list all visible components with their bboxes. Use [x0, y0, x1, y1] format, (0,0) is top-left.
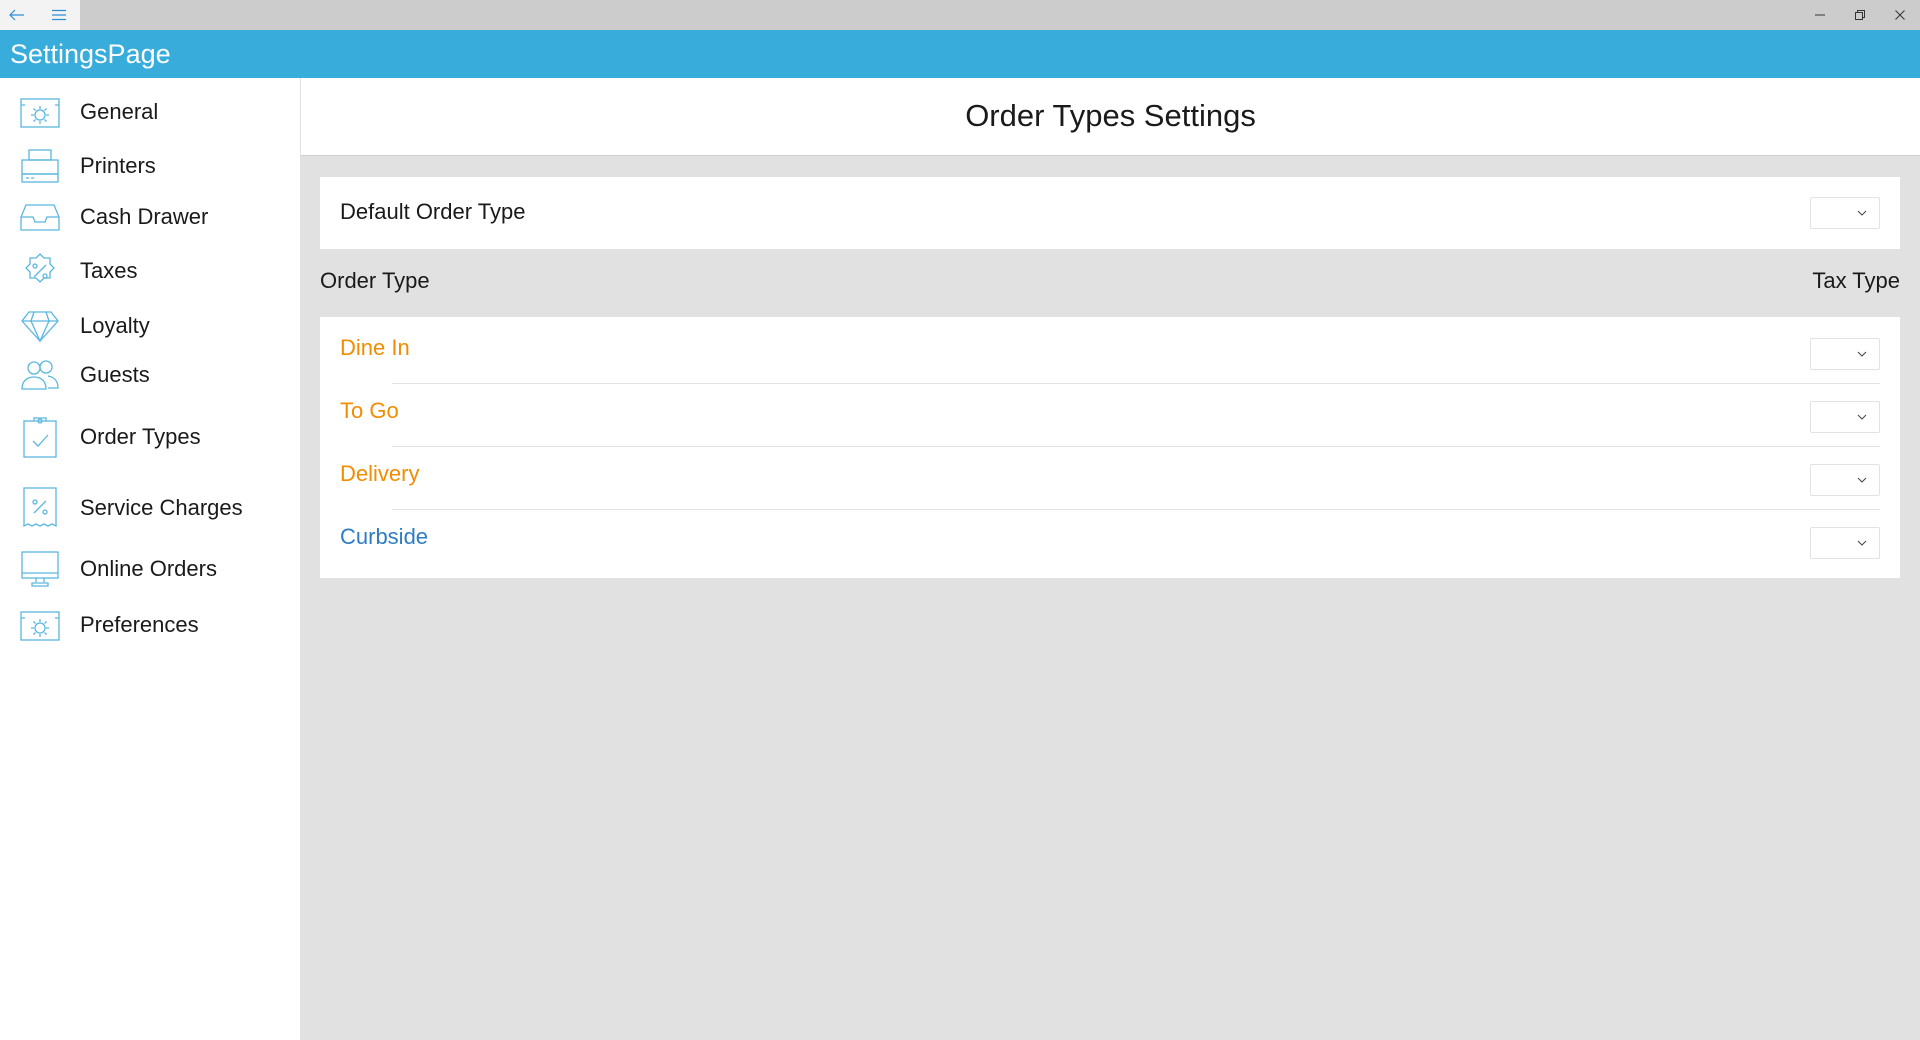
chevron-down-icon	[1857, 414, 1867, 420]
sidebar-item-label: Service Charges	[80, 495, 243, 520]
list-item: Delivery	[320, 443, 1900, 506]
sidebar-item-guests[interactable]: Guests	[0, 350, 300, 400]
sidebar-item-label: Loyalty	[80, 313, 150, 338]
sidebar-item-service-charges[interactable]: Service Charges	[0, 483, 300, 533]
app-title: SettingsPage	[10, 39, 171, 69]
default-order-type-card: Default Order Type	[320, 177, 1900, 249]
list-item: To Go	[320, 380, 1900, 443]
order-type-label[interactable]: Delivery	[340, 459, 419, 489]
tax-type-dropdown[interactable]	[1810, 401, 1880, 433]
sidebar-item-preferences[interactable]: Preferences	[0, 600, 300, 650]
app-header: SettingsPage	[0, 30, 1920, 78]
hamburger-icon	[52, 9, 66, 21]
printer-icon	[20, 146, 60, 186]
percent-badge-icon	[20, 251, 60, 291]
restore-icon	[1855, 10, 1865, 20]
close-icon	[1895, 10, 1905, 20]
sidebar-item-printers[interactable]: Printers	[0, 141, 300, 191]
list-item: Curbside	[320, 506, 1900, 569]
column-header-order-type: Order Type	[320, 268, 430, 293]
tax-type-dropdown[interactable]	[1810, 527, 1880, 559]
column-header-tax-type: Tax Type	[1812, 268, 1900, 293]
percent-receipt-icon	[20, 487, 60, 528]
page-title: Order Types Settings	[965, 98, 1256, 133]
sidebar-item-general[interactable]: General	[0, 87, 300, 137]
sidebar-item-order-types[interactable]: Order Types	[0, 412, 300, 462]
tax-type-dropdown[interactable]	[1810, 338, 1880, 370]
default-order-type-label: Default Order Type	[340, 199, 526, 224]
gear-panel-icon	[20, 605, 60, 645]
order-types-list: Dine In To Go Delivery Curbside	[320, 317, 1900, 578]
back-button[interactable]	[0, 0, 34, 30]
guests-icon	[20, 355, 60, 395]
minimize-button[interactable]	[1800, 0, 1840, 30]
sidebar-item-label: Preferences	[80, 612, 199, 637]
sidebar-item-label: Order Types	[80, 424, 201, 449]
cash-drawer-icon	[20, 197, 60, 237]
tax-type-dropdown[interactable]	[1810, 464, 1880, 496]
gear-panel-icon	[20, 92, 60, 132]
sidebar-item-label: Cash Drawer	[80, 204, 209, 229]
order-type-label[interactable]: To Go	[340, 396, 399, 426]
window-titlebar	[0, 0, 1920, 30]
settings-sidebar: General Printers Cash Drawer Taxes Loyal…	[0, 78, 300, 1040]
sidebar-item-online-orders[interactable]: Online Orders	[0, 544, 300, 594]
close-button[interactable]	[1880, 0, 1920, 30]
order-type-label[interactable]: Curbside	[340, 522, 428, 552]
order-type-label[interactable]: Dine In	[340, 333, 410, 363]
menu-button[interactable]	[42, 0, 76, 30]
sidebar-item-taxes[interactable]: Taxes	[0, 246, 300, 296]
sidebar-item-label: Guests	[80, 362, 150, 387]
sidebar-item-label: General	[80, 99, 159, 124]
sidebar-item-label: Online Orders	[80, 556, 217, 581]
arrow-left-icon	[9, 9, 24, 21]
sidebar-item-loyalty[interactable]: Loyalty	[0, 301, 300, 351]
sidebar-item-label: Taxes	[80, 258, 138, 283]
restore-button[interactable]	[1840, 0, 1880, 30]
diamond-icon	[20, 306, 60, 346]
sidebar-item-cash-drawer[interactable]: Cash Drawer	[0, 192, 300, 242]
default-order-type-dropdown[interactable]	[1810, 197, 1880, 229]
list-item: Dine In	[320, 317, 1900, 380]
chevron-down-icon	[1857, 210, 1867, 216]
monitor-icon	[20, 549, 60, 589]
clipboard-check-icon	[20, 417, 60, 458]
chevron-down-icon	[1857, 351, 1867, 357]
minimize-icon	[1815, 14, 1825, 16]
sidebar-item-label: Printers	[80, 153, 156, 178]
chevron-down-icon	[1857, 540, 1867, 546]
chevron-down-icon	[1857, 477, 1867, 483]
page-header: Order Types Settings	[301, 78, 1920, 156]
